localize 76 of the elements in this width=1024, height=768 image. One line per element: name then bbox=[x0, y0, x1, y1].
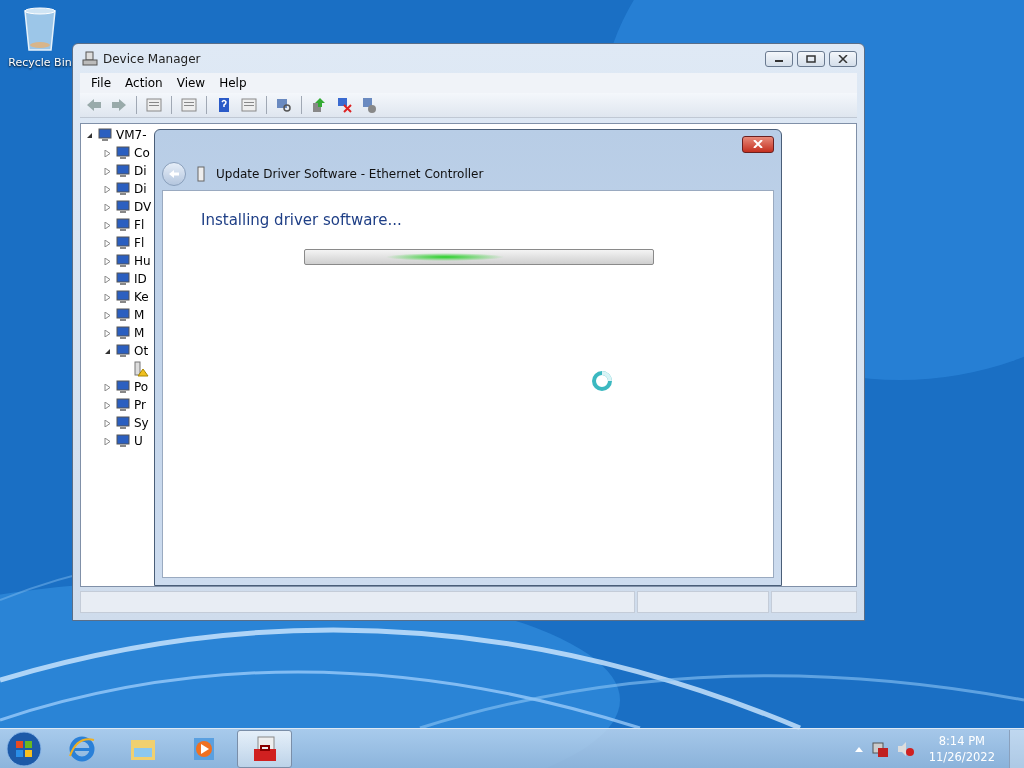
expand-arrow-icon[interactable] bbox=[103, 239, 112, 247]
device-icon bbox=[115, 235, 131, 251]
close-button[interactable] bbox=[742, 135, 774, 153]
expand-arrow-icon[interactable] bbox=[103, 257, 112, 265]
computer-icon bbox=[82, 50, 98, 67]
device-icon bbox=[115, 199, 131, 215]
menu-item[interactable]: File bbox=[84, 76, 119, 90]
tree-item[interactable]: U bbox=[134, 434, 143, 448]
device-icon bbox=[115, 397, 131, 413]
tree-item[interactable]: Ke bbox=[134, 290, 149, 304]
network-error-icon[interactable] bbox=[870, 740, 889, 758]
toolbox-taskbar-icon[interactable] bbox=[237, 730, 292, 768]
device-icon bbox=[115, 145, 131, 161]
show-hidden-icons-icon[interactable] bbox=[854, 746, 863, 752]
tree-item[interactable]: ID bbox=[134, 272, 147, 286]
device-icon bbox=[115, 163, 131, 179]
collapse-arrow-icon[interactable] bbox=[103, 347, 112, 355]
device-icon bbox=[115, 379, 131, 395]
device-icon bbox=[115, 271, 131, 287]
maximize-button[interactable] bbox=[797, 50, 825, 67]
menu-item[interactable]: View bbox=[169, 76, 213, 90]
expand-arrow-icon[interactable] bbox=[103, 419, 112, 427]
expand-arrow-icon[interactable] bbox=[103, 149, 112, 157]
device-icon bbox=[115, 217, 131, 233]
busy-spinner-icon bbox=[591, 370, 613, 392]
menu-item[interactable]: Action bbox=[118, 76, 170, 90]
collapse-arrow-icon[interactable] bbox=[85, 131, 94, 139]
network-adapter-icon bbox=[196, 166, 206, 182]
device-icon bbox=[115, 415, 131, 431]
tree-item[interactable]: M bbox=[134, 308, 145, 322]
tree-item[interactable]: Co bbox=[134, 146, 150, 160]
tree-item[interactable]: Sy bbox=[134, 416, 149, 430]
device-icon bbox=[115, 181, 131, 197]
expand-arrow-icon[interactable] bbox=[103, 383, 112, 391]
device-icon bbox=[115, 307, 131, 323]
tree-item[interactable]: Fl bbox=[134, 236, 145, 250]
tree-item[interactable]: Di bbox=[134, 182, 147, 196]
tree-item[interactable]: M bbox=[134, 326, 145, 340]
warning-device-icon bbox=[133, 361, 149, 377]
dialog-title: Update Driver Software - Ethernet Controller bbox=[216, 167, 484, 181]
close-icon[interactable] bbox=[838, 54, 848, 63]
tree-item[interactable]: Hu bbox=[134, 254, 151, 268]
speaker-muted-icon[interactable] bbox=[896, 740, 915, 758]
maximize-icon[interactable] bbox=[806, 54, 816, 63]
show-desktop-button[interactable] bbox=[1009, 730, 1024, 768]
expand-arrow-icon[interactable] bbox=[103, 275, 112, 283]
tree-item[interactable]: Po bbox=[134, 380, 149, 394]
window-title: Device Manager bbox=[103, 51, 201, 66]
expand-arrow-icon[interactable] bbox=[103, 437, 112, 445]
tree-item[interactable]: VM7- bbox=[116, 128, 147, 142]
tree-item[interactable]: Fl bbox=[134, 218, 145, 232]
minimize-button[interactable] bbox=[765, 50, 793, 67]
dialog-heading: Installing driver software... bbox=[201, 211, 403, 229]
expand-arrow-icon[interactable] bbox=[103, 293, 112, 301]
device-icon bbox=[115, 433, 131, 449]
recycle-bin-icon[interactable] bbox=[22, 6, 58, 52]
expand-arrow-icon[interactable] bbox=[103, 185, 112, 193]
close-button[interactable] bbox=[829, 50, 857, 67]
desktop-icon-label[interactable]: Recycle Bin bbox=[8, 56, 72, 69]
tree-item[interactable]: Di bbox=[134, 164, 147, 178]
expand-arrow-icon[interactable] bbox=[103, 221, 112, 229]
device-icon bbox=[115, 325, 131, 341]
expand-arrow-icon[interactable] bbox=[103, 167, 112, 175]
device-icon bbox=[115, 343, 131, 359]
device-icon bbox=[97, 127, 113, 143]
expand-arrow-icon[interactable] bbox=[103, 203, 112, 211]
device-icon bbox=[115, 253, 131, 269]
expand-arrow-icon[interactable] bbox=[103, 311, 112, 319]
expand-arrow-icon[interactable] bbox=[103, 329, 112, 337]
expand-arrow-icon[interactable] bbox=[103, 401, 112, 409]
back-button[interactable] bbox=[162, 162, 186, 186]
tree-item[interactable]: Ot bbox=[134, 344, 149, 358]
menu-item[interactable]: Help bbox=[212, 76, 254, 90]
tree-item[interactable]: DV bbox=[134, 200, 152, 214]
device-icon bbox=[115, 289, 131, 305]
tree-item[interactable]: Pr bbox=[134, 398, 146, 412]
